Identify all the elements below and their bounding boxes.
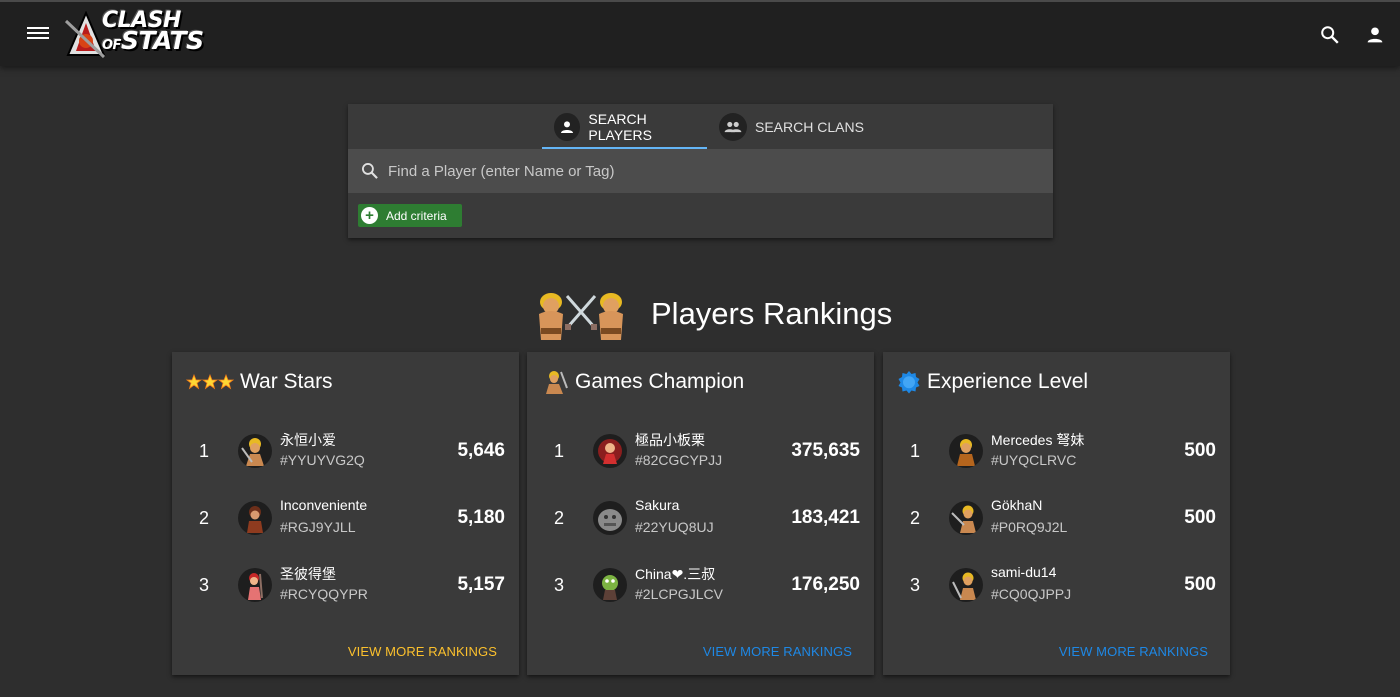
ranking-row[interactable]: 1 永恒小爱 #YYUYVG2Q 5,646 bbox=[172, 428, 519, 476]
rank-number: 3 bbox=[910, 575, 921, 595]
page-title: Players Rankings bbox=[651, 296, 893, 331]
player-tag: #RGJ9YJLL bbox=[280, 519, 356, 535]
card-title: War Stars bbox=[186, 369, 333, 395]
rank-number: 2 bbox=[554, 508, 565, 528]
ranking-row[interactable]: 2 Inconveniente #RGJ9YJLL 5,180 bbox=[172, 495, 519, 543]
add-criteria-button[interactable]: + Add criteria bbox=[358, 204, 462, 227]
search-tabs: SEARCH PLAYERS SEARCH CLANS bbox=[348, 104, 1053, 149]
ranking-row[interactable]: 1 極品小板栗 #82CGCYPJJ 375,635 bbox=[527, 428, 874, 476]
rank-number: 3 bbox=[199, 575, 210, 595]
player-avatar bbox=[593, 568, 627, 602]
rank-number: 1 bbox=[910, 441, 921, 461]
ranking-value: 500 bbox=[1184, 574, 1216, 595]
ranking-value: 375,635 bbox=[791, 440, 860, 461]
ranking-row[interactable]: 3 圣彼得堡 #RCYQQYPR 5,157 bbox=[172, 562, 519, 610]
logo-wordmark: CLASH OFSTATS bbox=[102, 8, 204, 55]
player-name[interactable]: China❤.三叔 bbox=[635, 564, 715, 584]
add-criteria-label: Add criteria bbox=[386, 208, 447, 223]
ranking-row[interactable]: 1 Mercedes 弩妹 #UYQCLRVC 500 bbox=[883, 428, 1230, 476]
add-icon: + bbox=[361, 207, 378, 224]
player-name[interactable]: Inconveniente bbox=[280, 497, 367, 513]
ranking-value: 5,180 bbox=[457, 507, 505, 528]
rank-number: 1 bbox=[199, 441, 210, 461]
person-icon bbox=[554, 112, 581, 141]
ranking-value: 5,157 bbox=[457, 574, 505, 595]
card-title-text: Experience Level bbox=[927, 370, 1089, 393]
group-icon bbox=[719, 112, 747, 141]
tab-search-clans[interactable]: SEARCH CLANS bbox=[719, 104, 869, 149]
card-title-text: Games Champion bbox=[575, 370, 745, 393]
three-stars-icon bbox=[186, 374, 234, 390]
player-tag: #UYQCLRVC bbox=[991, 452, 1077, 468]
player-tag: #2LCPGJLCV bbox=[635, 586, 723, 602]
player-tag: #RCYQQYPR bbox=[280, 586, 368, 602]
barbarian-icon bbox=[541, 368, 569, 396]
rank-number: 3 bbox=[554, 575, 565, 595]
ranking-value: 183,421 bbox=[791, 507, 860, 528]
player-name[interactable]: Mercedes 弩妹 bbox=[991, 430, 1084, 450]
player-tag: #CQ0QJPPJ bbox=[991, 586, 1072, 602]
ranking-value: 500 bbox=[1184, 440, 1216, 461]
view-more-rankings-link[interactable]: VIEW MORE RANKINGS bbox=[348, 644, 497, 659]
card-title-text: War Stars bbox=[240, 370, 333, 393]
rank-number: 2 bbox=[199, 508, 210, 528]
rankings-heading: Players Rankings bbox=[525, 284, 892, 344]
player-tag: #P0RQ9J2L bbox=[991, 519, 1068, 535]
tab-label: SEARCH PLAYERS bbox=[588, 110, 652, 143]
ranking-value: 176,250 bbox=[791, 574, 860, 595]
tab-search-players[interactable]: SEARCH PLAYERS bbox=[554, 104, 707, 149]
rank-number: 2 bbox=[910, 508, 921, 528]
search-icon[interactable] bbox=[1319, 24, 1341, 46]
search-icon bbox=[362, 163, 378, 179]
menu-icon[interactable] bbox=[27, 24, 49, 44]
player-tag: #82CGCYPJJ bbox=[635, 452, 723, 468]
ranking-row[interactable]: 2 GökhaN #P0RQ9J2L 500 bbox=[883, 495, 1230, 543]
war-stars-card: War Stars 1 永恒小爱 #YYUYVG2Q 5,646 2 Incon… bbox=[172, 352, 519, 675]
xp-badge-icon bbox=[897, 370, 921, 394]
player-avatar bbox=[238, 501, 272, 535]
player-name[interactable]: sami-du14 bbox=[991, 564, 1056, 580]
player-name[interactable]: 永恒小爱 bbox=[280, 430, 336, 450]
ranking-value: 5,646 bbox=[457, 440, 505, 461]
card-title: Games Champion bbox=[541, 369, 744, 395]
tab-label: SEARCH CLANS bbox=[755, 118, 864, 135]
view-more-rankings-link[interactable]: VIEW MORE RANKINGS bbox=[703, 644, 852, 659]
ranking-value: 500 bbox=[1184, 507, 1216, 528]
games-champion-card: Games Champion 1 極品小板栗 #82CGCYPJJ 375,63… bbox=[527, 352, 874, 675]
player-name[interactable]: Sakura bbox=[635, 497, 679, 513]
player-tag: #YYUYVG2Q bbox=[280, 452, 365, 468]
player-name[interactable]: GökhaN bbox=[991, 497, 1042, 513]
player-avatar bbox=[949, 568, 983, 602]
player-avatar bbox=[238, 568, 272, 602]
player-name[interactable]: 極品小板栗 bbox=[635, 430, 705, 450]
ranking-row[interactable]: 3 China❤.三叔 #2LCPGJLCV 176,250 bbox=[527, 562, 874, 610]
player-name[interactable]: 圣彼得堡 bbox=[280, 564, 336, 584]
clash-of-stats-logo[interactable]: CLASH OFSTATS bbox=[62, 9, 242, 61]
player-search-input[interactable] bbox=[386, 161, 1053, 181]
rank-number: 1 bbox=[554, 441, 565, 461]
barbarians-crossed-swords-icon bbox=[539, 293, 623, 340]
search-card: SEARCH PLAYERS SEARCH CLANS + Add criter… bbox=[348, 104, 1053, 238]
ranking-row[interactable]: 3 sami-du14 #CQ0QJPPJ 500 bbox=[883, 562, 1230, 610]
card-title: Experience Level bbox=[897, 369, 1088, 395]
experience-level-card: Experience Level 1 Mercedes 弩妹 #UYQCLRVC… bbox=[883, 352, 1230, 675]
player-avatar bbox=[949, 501, 983, 535]
player-search-field bbox=[348, 149, 1053, 193]
top-app-bar: CLASH OFSTATS bbox=[0, 0, 1400, 66]
player-tag: #22YUQ8UJ bbox=[635, 519, 714, 535]
player-avatar bbox=[593, 501, 627, 535]
view-more-rankings-link[interactable]: VIEW MORE RANKINGS bbox=[1059, 644, 1208, 659]
player-avatar bbox=[949, 434, 983, 468]
player-avatar bbox=[593, 434, 627, 468]
player-avatar bbox=[238, 434, 272, 468]
account-icon[interactable] bbox=[1364, 24, 1386, 46]
ranking-row[interactable]: 2 Sakura #22YUQ8UJ 183,421 bbox=[527, 495, 874, 543]
